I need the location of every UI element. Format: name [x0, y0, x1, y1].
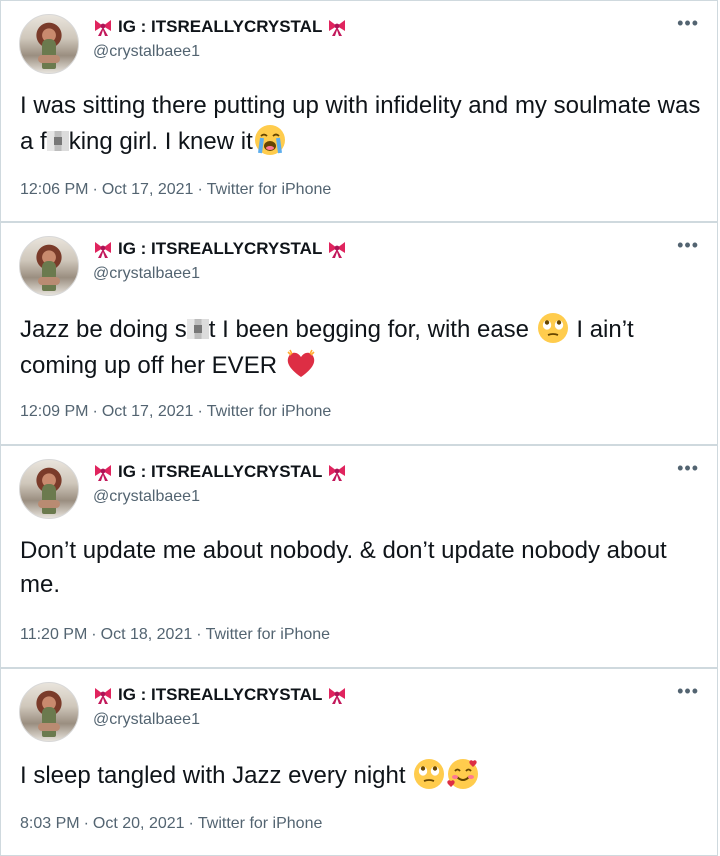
censor-pixelation	[186, 319, 209, 339]
tweet-card[interactable]: IG : ITSREALLYCRYSTAL @crystalbaee1 ••• …	[0, 445, 718, 668]
display-name-text: IG : ITSREALLYCRYSTAL	[118, 17, 323, 36]
tweet-source[interactable]: Twitter for iPhone	[198, 815, 323, 832]
separator: ·	[83, 815, 89, 832]
separator: ·	[197, 181, 203, 198]
tweet-time[interactable]: 12:09 PM	[20, 403, 88, 420]
more-options-icon[interactable]: •••	[677, 13, 699, 34]
tweet-source[interactable]: Twitter for iPhone	[206, 626, 331, 643]
bow-icon	[327, 17, 347, 37]
tweet-date[interactable]: Oct 17, 2021	[102, 181, 194, 198]
display-name[interactable]: IG : ITSREALLYCRYSTAL	[93, 685, 347, 705]
smiling-face-with-hearts-emoji	[446, 757, 480, 791]
tweet-text-part: t I been begging for, with ease	[208, 316, 536, 343]
display-name-text: IG : ITSREALLYCRYSTAL	[118, 685, 323, 704]
tweet-text-part: I sleep tangled with Jazz every night	[20, 762, 413, 789]
avatar[interactable]	[19, 236, 79, 296]
display-name[interactable]: IG : ITSREALLYCRYSTAL	[93, 462, 347, 482]
separator: ·	[91, 626, 97, 643]
tweet-text: I was sitting there putting up with infi…	[20, 89, 710, 159]
tweet-time[interactable]: 11:20 PM	[20, 626, 87, 643]
tweet-meta: 8:03 PM · Oct 20, 2021 · Twitter for iPhone	[20, 815, 322, 833]
more-options-icon[interactable]: •••	[677, 681, 699, 702]
handle[interactable]: @crystalbaee1	[93, 43, 200, 61]
tweet-text-part: Jazz be doing s	[20, 316, 187, 343]
bow-icon	[93, 239, 113, 259]
tweet-card[interactable]: IG : ITSREALLYCRYSTAL @crystalbaee1 ••• …	[0, 668, 718, 856]
censor-pixelation	[46, 131, 69, 151]
bow-icon	[327, 462, 347, 482]
tweet-date[interactable]: Oct 17, 2021	[102, 403, 194, 420]
separator: ·	[92, 403, 98, 420]
heart-emoji	[284, 347, 318, 381]
avatar[interactable]	[19, 459, 79, 519]
separator: ·	[92, 181, 98, 198]
display-name[interactable]: IG : ITSREALLYCRYSTAL	[93, 17, 347, 37]
more-options-icon[interactable]: •••	[677, 235, 699, 256]
separator: ·	[196, 626, 202, 643]
tweet-text: I sleep tangled with Jazz every night	[20, 757, 710, 793]
bow-icon	[327, 685, 347, 705]
separator: ·	[197, 403, 203, 420]
tweet-text: Jazz be doing s t I been begging for, wit…	[20, 311, 710, 383]
crying-face-emoji	[253, 123, 287, 157]
tweet-meta: 11:20 PM · Oct 18, 2021 · Twitter for iPhone	[20, 626, 330, 644]
bow-icon	[93, 685, 113, 705]
bow-icon	[327, 239, 347, 259]
tweet-date[interactable]: Oct 18, 2021	[101, 626, 193, 643]
eye-roll-emoji	[412, 757, 446, 791]
handle[interactable]: @crystalbaee1	[93, 265, 200, 283]
tweet-text: Don’t update me about nobody. & don’t up…	[20, 537, 667, 598]
eye-roll-emoji	[536, 311, 570, 345]
tweet-time[interactable]: 8:03 PM	[20, 815, 80, 832]
tweet-time[interactable]: 12:06 PM	[20, 181, 88, 198]
separator: ·	[188, 815, 194, 832]
tweet-text-part: king girl. I knew it	[68, 128, 253, 155]
more-options-icon[interactable]: •••	[677, 458, 699, 479]
handle[interactable]: @crystalbaee1	[93, 488, 200, 506]
bow-icon	[93, 17, 113, 37]
avatar[interactable]	[19, 14, 79, 74]
tweet-card[interactable]: IG : ITSREALLYCRYSTAL @crystalbaee1 ••• …	[0, 222, 718, 445]
display-name[interactable]: IG : ITSREALLYCRYSTAL	[93, 239, 347, 259]
tweet-source[interactable]: Twitter for iPhone	[207, 181, 332, 198]
tweet-date[interactable]: Oct 20, 2021	[93, 815, 185, 832]
tweet-meta: 12:06 PM · Oct 17, 2021 · Twitter for iPhone	[20, 181, 331, 199]
handle[interactable]: @crystalbaee1	[93, 711, 200, 729]
display-name-text: IG : ITSREALLYCRYSTAL	[118, 462, 323, 481]
tweet-card[interactable]: IG : ITSREALLYCRYSTAL @crystalbaee1 ••• …	[0, 0, 718, 222]
avatar[interactable]	[19, 682, 79, 742]
tweet-source[interactable]: Twitter for iPhone	[207, 403, 332, 420]
bow-icon	[93, 462, 113, 482]
display-name-text: IG : ITSREALLYCRYSTAL	[118, 239, 323, 258]
tweet-meta: 12:09 PM · Oct 17, 2021 · Twitter for iPhone	[20, 403, 331, 421]
